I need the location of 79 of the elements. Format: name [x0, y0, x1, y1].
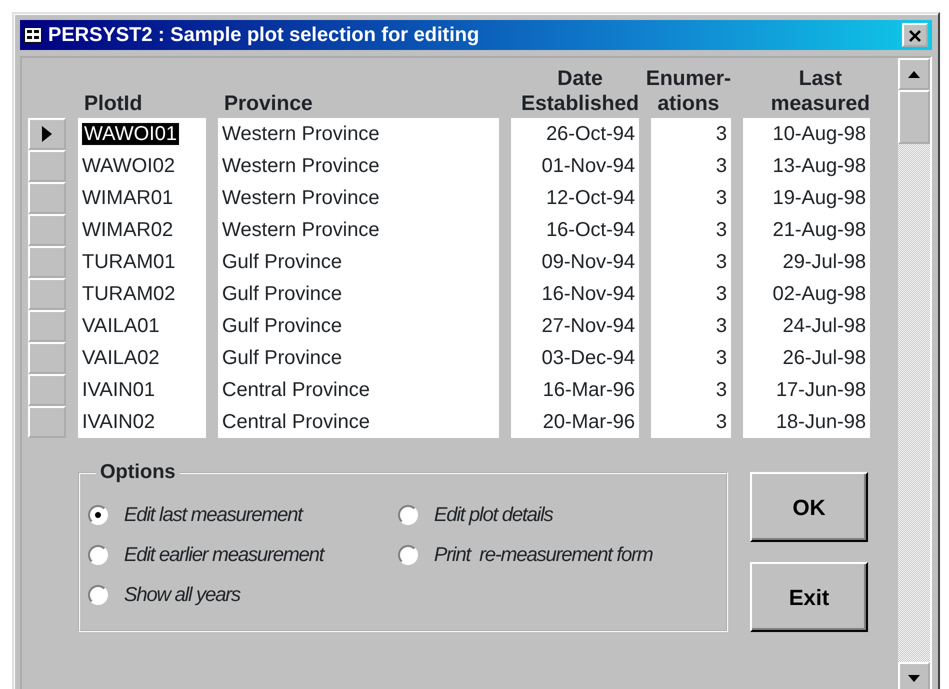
option-label[interactable]: Edit earlier measurement: [124, 540, 324, 570]
table-cell[interactable]: Gulf Province: [218, 246, 499, 278]
table-cell[interactable]: 3: [651, 342, 731, 374]
table-cell[interactable]: 3: [651, 374, 731, 406]
scroll-up-button[interactable]: [898, 58, 930, 90]
table-cell[interactable]: 09-Nov-94: [511, 246, 639, 278]
table-cell[interactable]: 3: [651, 182, 731, 214]
table-cell[interactable]: WIMAR02: [78, 214, 206, 246]
option-label[interactable]: Edit plot details: [434, 500, 553, 530]
current-record-icon: [42, 126, 52, 142]
table-cell[interactable]: Western Province: [218, 150, 499, 182]
scroll-thumb[interactable]: [898, 90, 930, 144]
radio-button[interactable]: [398, 505, 418, 525]
option-label[interactable]: Print re-measurement form: [434, 540, 653, 570]
table-cell[interactable]: 26-Jul-98: [743, 342, 870, 374]
table-cell[interactable]: 13-Aug-98: [743, 150, 870, 182]
scroll-bar[interactable]: [898, 58, 930, 689]
column-header: Date Established: [521, 66, 639, 116]
table-cell[interactable]: 29-Jul-98: [743, 246, 870, 278]
form-icon: [24, 27, 42, 43]
table-cell[interactable]: Western Province: [218, 118, 499, 150]
table-cell[interactable]: 12-Oct-94: [511, 182, 639, 214]
table-cell[interactable]: VAILA02: [78, 342, 206, 374]
column-header: PlotId: [84, 91, 142, 116]
option-label[interactable]: Edit last measurement: [124, 500, 302, 530]
table-cell[interactable]: Central Province: [218, 374, 499, 406]
table-cell[interactable]: 3: [651, 406, 731, 438]
table-cell[interactable]: 3: [651, 150, 731, 182]
table-cell[interactable]: 3: [651, 214, 731, 246]
table-cell[interactable]: 27-Nov-94: [511, 310, 639, 342]
table-cell[interactable]: Central Province: [218, 406, 499, 438]
table-cell[interactable]: TURAM01: [78, 246, 206, 278]
table-cell[interactable]: 10-Aug-98: [743, 118, 870, 150]
table-cell[interactable]: 16-Mar-96: [511, 374, 639, 406]
table-cell[interactable]: IVAIN01: [78, 374, 206, 406]
table-cell[interactable]: TURAM02: [78, 278, 206, 310]
table-cell[interactable]: 20-Mar-96: [511, 406, 639, 438]
table-cell[interactable]: 24-Jul-98: [743, 310, 870, 342]
table-cell[interactable]: Western Province: [218, 214, 499, 246]
table-cell[interactable]: Western Province: [218, 182, 499, 214]
close-icon: [908, 30, 922, 42]
radio-button[interactable]: [88, 585, 108, 605]
up-arrow-icon: [908, 70, 920, 78]
table-cell[interactable]: 18-Jun-98: [743, 406, 870, 438]
option-label[interactable]: Show all years: [124, 580, 240, 610]
column-header: Last measured: [770, 66, 870, 116]
table-cell[interactable]: 16-Oct-94: [511, 214, 639, 246]
table-cell[interactable]: 02-Aug-98: [743, 278, 870, 310]
window-title: PERSYST2 : Sample plot selection for editing: [48, 23, 480, 48]
table-cell[interactable]: 3: [651, 310, 731, 342]
table-cell[interactable]: 26-Oct-94: [511, 118, 639, 150]
dialog-button[interactable]: Exit: [750, 562, 868, 632]
table-cell[interactable]: 21-Aug-98: [743, 214, 870, 246]
close-button[interactable]: [902, 23, 928, 47]
column-header: Province: [224, 91, 313, 116]
radio-button[interactable]: [88, 505, 108, 525]
table-cell[interactable]: VAILA01: [78, 310, 206, 342]
radio-button[interactable]: [88, 545, 108, 565]
scroll-down-button[interactable]: [898, 662, 930, 689]
dialog-button[interactable]: OK: [750, 472, 868, 542]
record-selector[interactable]: [28, 118, 66, 150]
column-header: Enumer- ations: [646, 66, 731, 116]
table-cell[interactable]: 19-Aug-98: [743, 182, 870, 214]
table-cell[interactable]: WIMAR01: [78, 182, 206, 214]
table-cell[interactable]: 01-Nov-94: [511, 150, 639, 182]
table-cell[interactable]: 3: [651, 246, 731, 278]
table-cell[interactable]: WAWOI01: [78, 118, 206, 150]
table-cell[interactable]: Gulf Province: [218, 310, 499, 342]
table-cell[interactable]: 16-Nov-94: [511, 278, 639, 310]
table-cell[interactable]: 3: [651, 278, 731, 310]
table-cell[interactable]: Gulf Province: [218, 342, 499, 374]
radio-button[interactable]: [398, 545, 418, 565]
table-cell[interactable]: WAWOI02: [78, 150, 206, 182]
table-cell[interactable]: IVAIN02: [78, 406, 206, 438]
table-cell[interactable]: 3: [651, 118, 731, 150]
table-cell[interactable]: 03-Dec-94: [511, 342, 639, 374]
table-cell[interactable]: 17-Jun-98: [743, 374, 870, 406]
table-cell[interactable]: Gulf Province: [218, 278, 499, 310]
down-arrow-icon: [908, 674, 920, 682]
